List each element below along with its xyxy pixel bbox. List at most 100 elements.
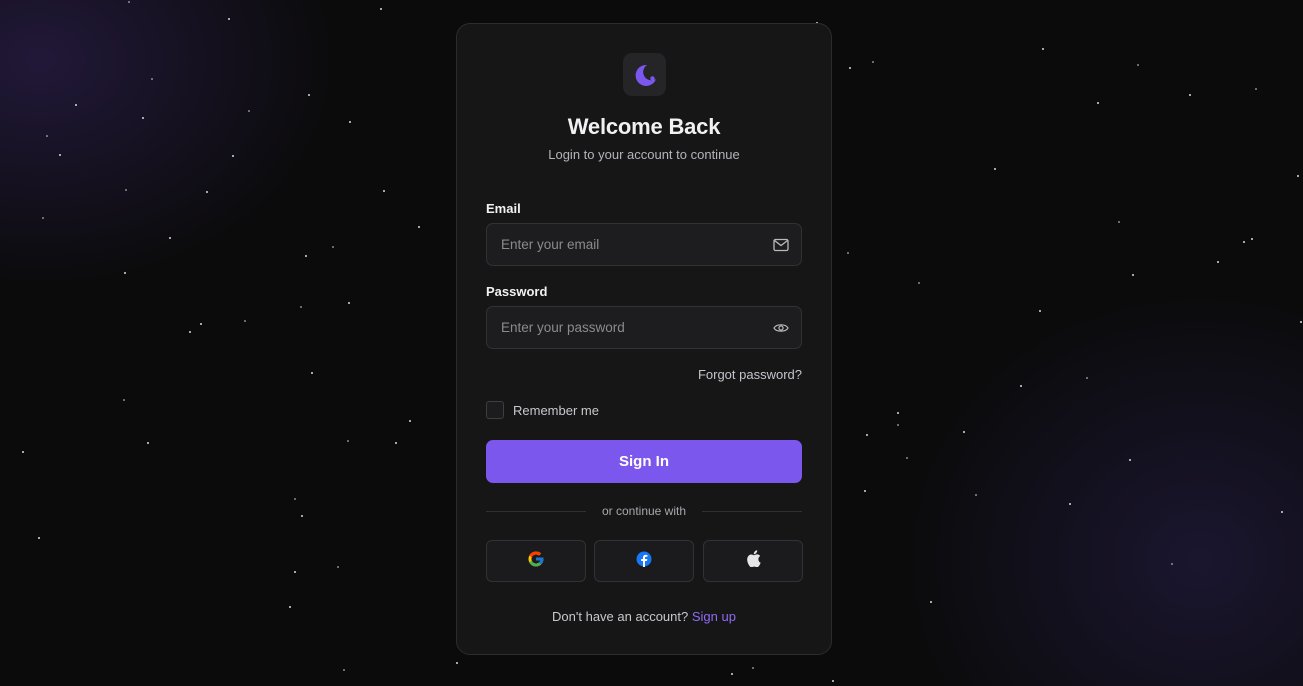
star-dot [395,442,397,444]
star-dot [752,667,754,669]
star-dot [248,110,250,112]
apple-icon [746,550,761,572]
facebook-login-button[interactable] [594,540,694,582]
star-dot [1129,459,1131,461]
sign-up-link[interactable]: Sign up [692,609,736,624]
star-dot [206,191,208,193]
star-dot [128,1,130,3]
star-dot [348,302,350,304]
star-dot [308,94,310,96]
eye-icon[interactable] [773,320,789,336]
star-dot [418,226,420,228]
star-dot [1189,94,1191,96]
star-dot [872,61,874,63]
star-dot [189,331,191,333]
star-dot [1020,385,1022,387]
star-dot [897,424,899,426]
star-dot [1039,310,1041,312]
star-dot [963,431,965,433]
star-dot [847,252,849,254]
remember-me-row: Remember me [486,401,599,419]
star-dot [311,372,313,374]
signup-prompt: Don't have an account? [552,609,689,624]
star-dot [151,78,153,80]
star-dot [305,255,307,257]
email-field-wrapper [486,223,802,266]
google-icon [527,550,545,573]
star-dot [142,117,144,119]
star-dot [169,237,171,239]
google-login-button[interactable] [486,540,586,582]
signup-row: Don't have an account? Sign up [457,609,831,624]
star-dot [456,662,458,664]
star-dot [849,67,851,69]
star-dot [1300,321,1302,323]
star-dot [301,515,303,517]
star-dot [200,323,202,325]
password-field-wrapper [486,306,802,349]
star-dot [383,190,385,192]
star-dot [994,168,996,170]
star-dot [906,457,908,459]
star-dot [897,412,899,414]
star-dot [1137,64,1139,66]
star-dot [289,606,291,608]
star-dot [75,104,77,106]
star-dot [232,155,234,157]
sign-in-button[interactable]: Sign In [486,440,802,483]
divider-line-right [702,511,802,512]
star-dot [731,673,733,675]
star-dot [294,498,296,500]
star-dot [1217,261,1219,263]
star-dot [930,601,932,603]
star-dot [864,490,866,492]
login-card: Welcome Back Login to your account to co… [456,23,832,655]
star-dot [125,189,127,191]
star-dot [380,8,382,10]
apple-login-button[interactable] [703,540,803,582]
star-dot [1171,563,1173,565]
remember-me-checkbox[interactable] [486,401,504,419]
star-dot [409,420,411,422]
remember-me-label: Remember me [513,402,599,418]
star-dot [1297,175,1299,177]
star-dot [59,154,61,156]
facebook-icon [636,551,652,572]
star-dot [1042,48,1044,50]
moon-logo-icon [623,53,666,96]
star-dot [1097,102,1099,104]
star-dot [22,451,24,453]
star-dot [1243,241,1245,243]
email-label: Email [486,201,521,216]
star-dot [832,680,834,682]
star-dot [1281,511,1283,513]
star-dot [42,217,44,219]
star-dot [38,537,40,539]
password-field[interactable] [487,307,763,348]
star-dot [349,121,351,123]
page-title: Welcome Back [567,114,721,139]
star-dot [147,442,149,444]
star-dot [123,399,125,401]
star-dot [228,18,230,20]
star-dot [1132,274,1134,276]
star-dot [975,494,977,496]
star-dot [918,282,920,284]
page-subtitle: Login to your account to continue [548,147,740,162]
star-dot [1069,503,1071,505]
star-dot [332,246,334,248]
email-field[interactable] [487,224,763,265]
star-dot [343,669,345,671]
star-dot [337,566,339,568]
star-dot [347,440,349,442]
star-dot [294,571,296,573]
star-dot [1255,88,1257,90]
star-dot [1118,221,1120,223]
star-dot [866,434,868,436]
password-label: Password [486,284,548,299]
star-dot [1251,238,1253,240]
star-dot [124,272,126,274]
star-dot [46,135,48,137]
forgot-password-link[interactable]: Forgot password? [698,367,802,382]
star-dot [300,306,302,308]
